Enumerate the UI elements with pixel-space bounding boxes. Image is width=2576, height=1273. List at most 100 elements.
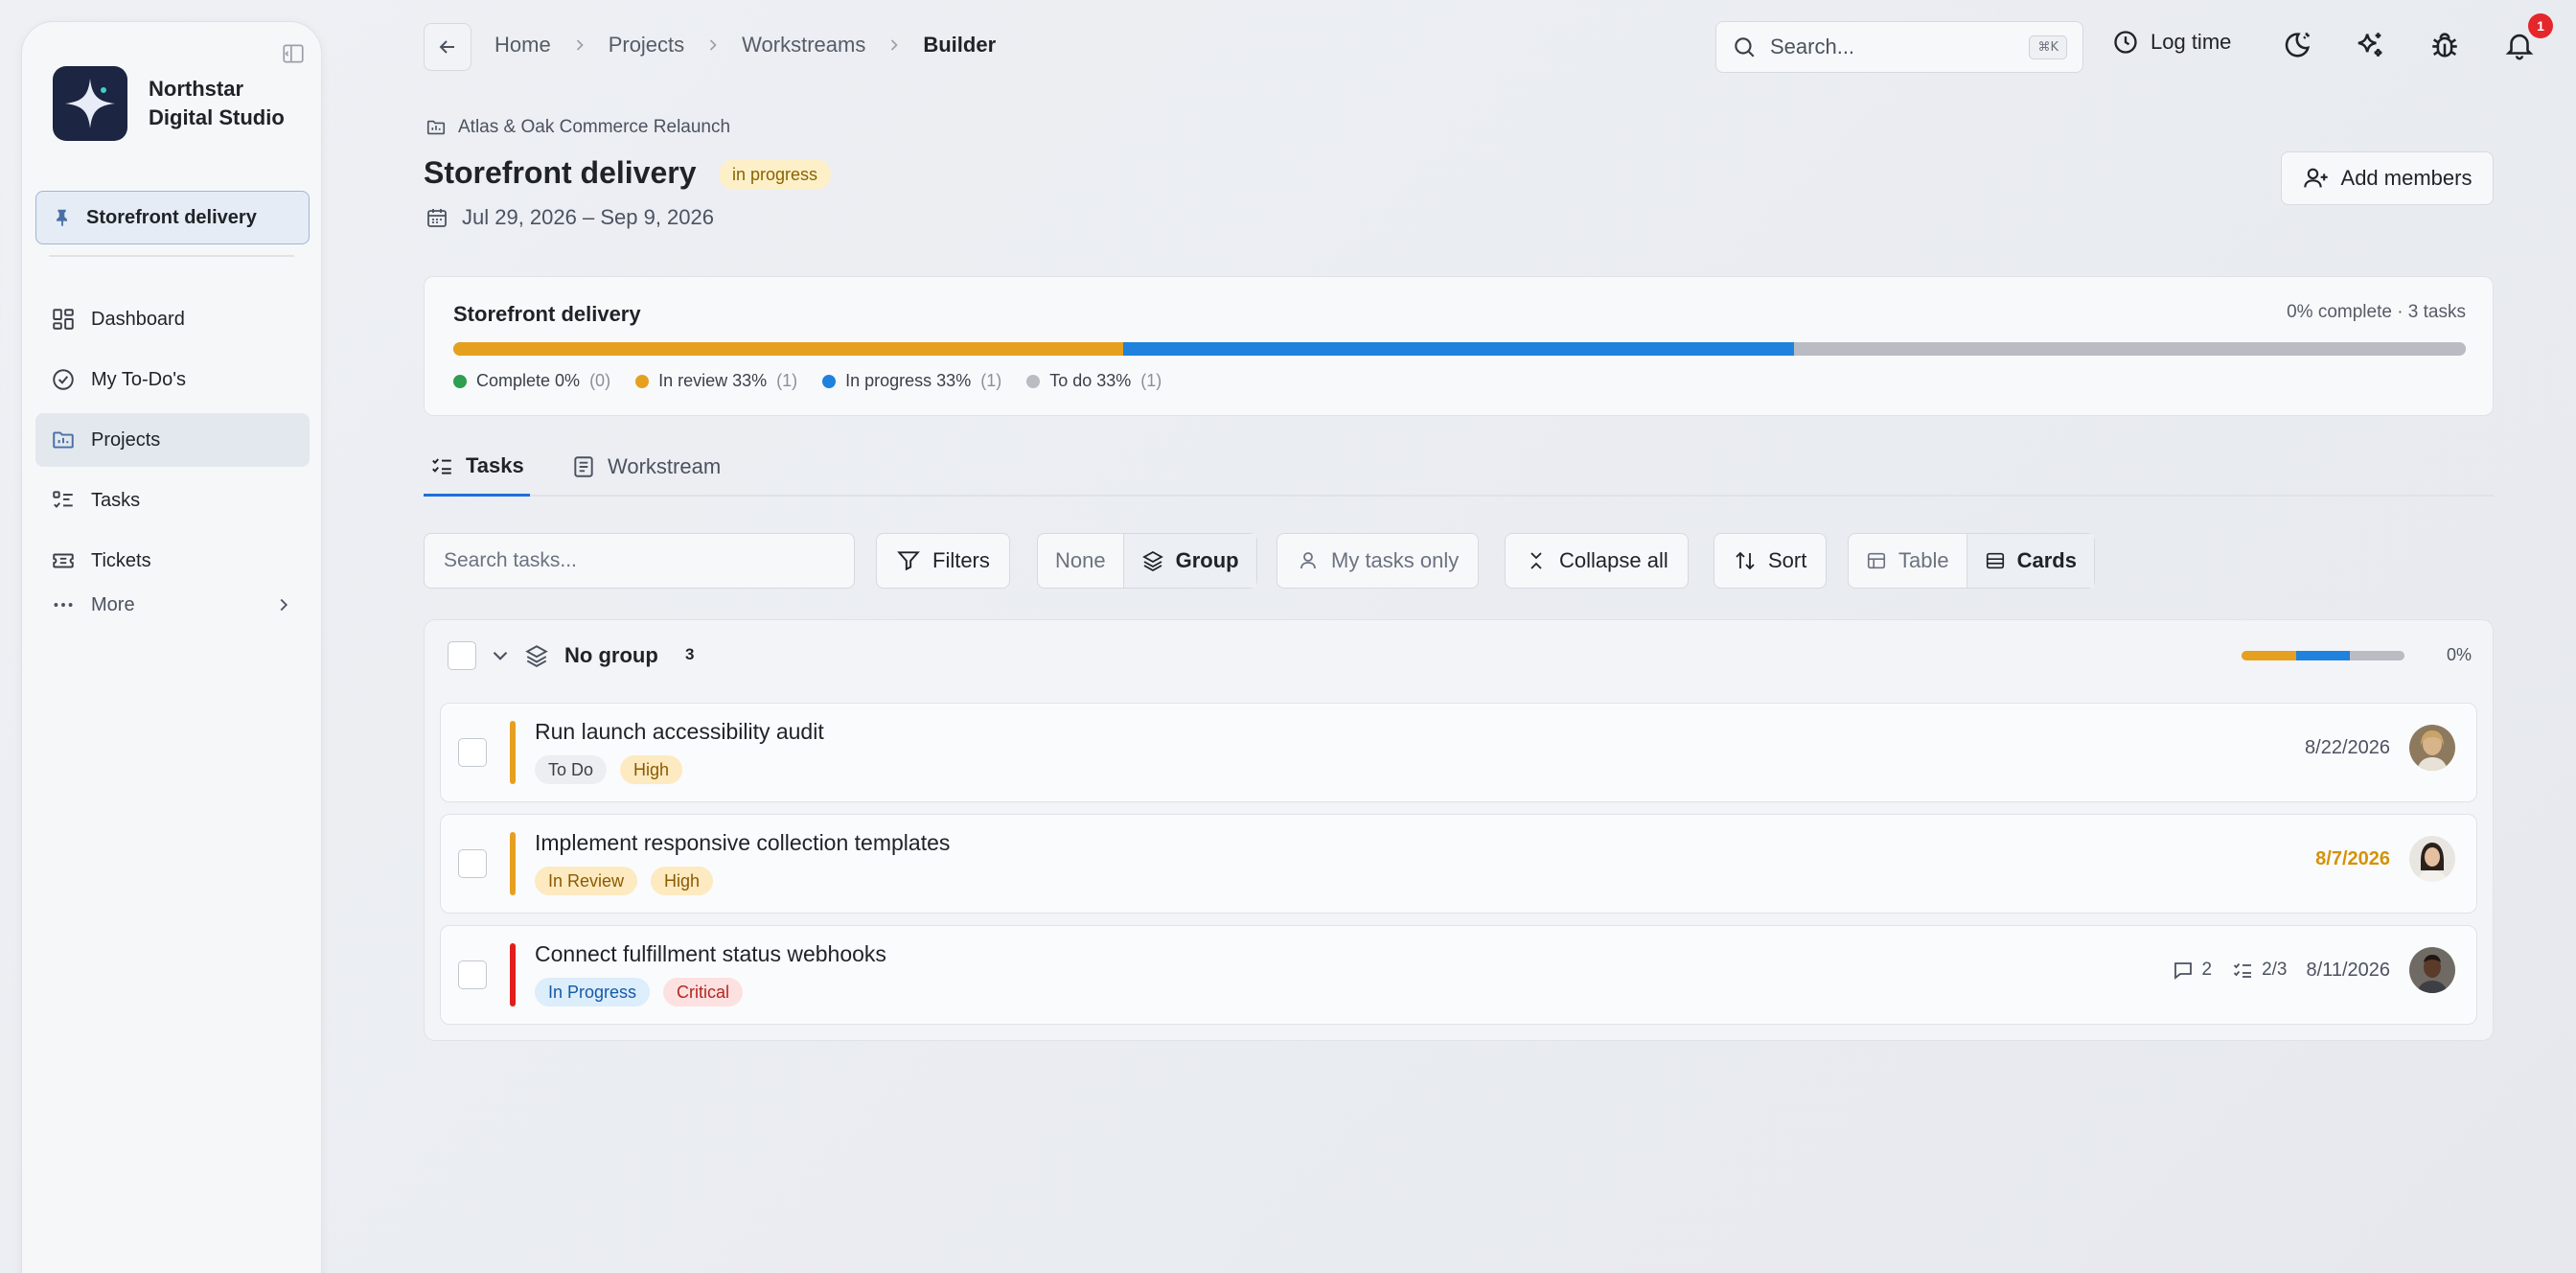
subtasks-value: 2/3 (2262, 960, 2288, 980)
pinned-project[interactable]: Storefront delivery (35, 191, 310, 244)
arrow-left-icon (436, 35, 459, 58)
sort-button[interactable]: Sort (1714, 533, 1828, 589)
date-range: Jul 29, 2026 – Sep 9, 2026 (426, 205, 714, 230)
sidebar-collapse-icon[interactable] (281, 41, 306, 66)
task-checkbox[interactable] (458, 849, 487, 878)
task-checkbox[interactable] (458, 961, 487, 989)
view-table-option[interactable]: Table (1849, 534, 1966, 588)
cards-icon (1985, 550, 2006, 571)
back-button[interactable] (424, 23, 472, 71)
theme-toggle-icon[interactable] (2281, 29, 2317, 65)
add-members-button[interactable]: Add members (2281, 151, 2494, 205)
progress-segment (1123, 342, 1794, 356)
task-title[interactable]: Implement responsive collection template… (535, 830, 950, 856)
brand[interactable]: Northstar Digital Studio (53, 66, 302, 141)
sort-icon (1734, 549, 1757, 572)
layers-icon (1141, 549, 1164, 572)
task-title[interactable]: Run launch accessibility audit (535, 719, 824, 745)
log-time-label: Log time (2150, 30, 2232, 54)
project-link[interactable]: Atlas & Oak Commerce Relaunch (426, 117, 730, 138)
filters-button[interactable]: Filters (876, 533, 1010, 589)
legend-label: Complete 0% (476, 371, 581, 390)
progress-segment (2242, 651, 2296, 660)
sidebar-item-my-todos[interactable]: My To-Do's (35, 353, 310, 406)
legend-dot (1026, 374, 1041, 388)
progress-summary: 0% complete · 3 tasks (2287, 302, 2466, 322)
sidebar-item-dashboard[interactable]: Dashboard (35, 292, 310, 346)
breadcrumb-current: Builder (923, 33, 997, 57)
chevron-right-icon (703, 35, 723, 55)
priority-tag: High (620, 755, 683, 784)
my-tasks-label: My tasks only (1331, 548, 1460, 572)
subtasks-count[interactable]: 2/3 (2231, 959, 2288, 982)
global-search-input[interactable]: Search... ⌘K (1715, 21, 2083, 73)
checklist-icon (2231, 959, 2254, 982)
sidebar-item-tickets[interactable]: Tickets (35, 534, 310, 588)
legend-dot (822, 374, 837, 388)
priority-tag: High (651, 867, 714, 895)
task-meta: 2 2/3 8/11/2026 (2172, 947, 2455, 993)
avatar[interactable] (2409, 836, 2455, 882)
sidebar-item-tasks[interactable]: Tasks (35, 474, 310, 527)
group-none-option[interactable]: None (1038, 534, 1123, 588)
sidebar-item-projects[interactable]: Projects (35, 413, 310, 467)
task-row[interactable]: Implement responsive collection template… (440, 814, 2477, 914)
task-row[interactable]: Run launch accessibility audit To Do Hig… (440, 703, 2477, 802)
due-date: 8/11/2026 (2306, 959, 2391, 981)
legend-count: (1) (980, 371, 1002, 390)
folder-icon (51, 428, 76, 452)
tab-workstream[interactable]: Workstream (565, 437, 726, 497)
comments-count[interactable]: 2 (2172, 959, 2212, 982)
status-tag: In Progress (535, 978, 651, 1007)
view-toggle: Table Cards (1848, 533, 2095, 589)
breadcrumb: Home Projects Workstreams Builder (489, 33, 1001, 58)
collapse-all-button[interactable]: Collapse all (1505, 533, 1689, 589)
sparkles-icon[interactable] (2354, 29, 2390, 65)
sidebar-more-label: More (91, 593, 135, 615)
breadcrumb-home[interactable]: Home (489, 33, 557, 58)
legend-item: Complete 0% (0) (453, 371, 610, 391)
legend-count: (0) (589, 371, 611, 390)
group-group-label: Group (1175, 548, 1239, 572)
bug-icon[interactable] (2428, 29, 2465, 65)
status-tag: To Do (535, 755, 608, 784)
priority-stripe (510, 721, 516, 784)
legend-count: (1) (776, 371, 798, 390)
task-tags: In Review High (535, 867, 714, 895)
breadcrumb-projects[interactable]: Projects (603, 33, 690, 58)
folder-icon (426, 117, 447, 138)
filters-label: Filters (932, 548, 990, 572)
chevron-right-icon (570, 35, 589, 55)
progress-segment (2295, 651, 2351, 660)
group-group-option[interactable]: Group (1122, 534, 1256, 588)
check-circle-icon (51, 367, 76, 392)
my-tasks-only-button[interactable]: My tasks only (1276, 533, 1480, 589)
log-time-button[interactable]: Log time (2112, 29, 2231, 56)
search-placeholder: Search... (1770, 35, 1855, 58)
avatar[interactable] (2409, 947, 2455, 993)
task-tags: To Do High (535, 755, 683, 784)
task-checkbox[interactable] (458, 738, 487, 767)
legend-count: (1) (1140, 371, 1162, 390)
task-meta: 8/22/2026 (2305, 725, 2455, 771)
sidebar-item-label: My To-Do's (91, 368, 187, 390)
avatar[interactable] (2409, 725, 2455, 771)
tab-tasks[interactable]: Tasks (424, 437, 530, 497)
group-select-checkbox[interactable] (448, 641, 476, 670)
view-cards-option[interactable]: Cards (1966, 534, 2094, 588)
sidebar-more[interactable]: More (51, 586, 294, 624)
task-search-input[interactable]: Search tasks... (424, 533, 855, 589)
breadcrumb-workstreams[interactable]: Workstreams (736, 33, 871, 58)
group-by-toggle: None Group (1037, 533, 1257, 589)
task-title[interactable]: Connect fulfillment status webhooks (535, 941, 886, 967)
progress-legend: Complete 0% (0) In review 33% (1) In progres… (453, 371, 1186, 391)
progress-segment (453, 342, 1124, 356)
group-progress-bar (2242, 651, 2404, 660)
chevron-down-icon[interactable] (488, 643, 513, 668)
pinned-project-label: Storefront delivery (86, 206, 257, 228)
legend-label: In progress 33% (845, 371, 972, 390)
task-row[interactable]: Connect fulfillment status webhooks In P… (440, 925, 2477, 1025)
view-table-label: Table (1898, 548, 1949, 572)
collapse-all-label: Collapse all (1559, 548, 1668, 572)
legend-dot (635, 374, 650, 388)
